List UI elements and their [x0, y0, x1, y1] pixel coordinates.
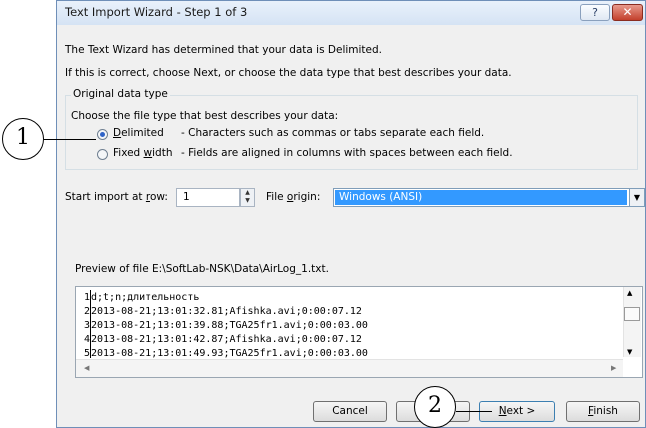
line-number: 1 — [83, 292, 90, 303]
file-origin-value[interactable]: Windows (ANSI) — [335, 190, 627, 205]
delimited-radio[interactable] — [97, 129, 108, 140]
start-row-spinner[interactable]: ▲ ▼ — [240, 188, 255, 207]
file-type-prompt: Choose the file type that best describes… — [71, 110, 339, 122]
callout-2: 2 — [414, 386, 456, 428]
scroll-left-icon[interactable]: ◀ — [84, 364, 89, 372]
callout-leader-1 — [44, 139, 96, 140]
dialog-title: Text Import Wizard - Step 1 of 3 — [65, 5, 248, 19]
fixed-width-description: - Fields are aligned in columns with spa… — [181, 147, 513, 159]
close-button[interactable]: ✕ — [612, 4, 643, 21]
scroll-right-icon[interactable]: ▶ — [611, 364, 616, 372]
callout-leader-2 — [456, 411, 492, 412]
intro-text-line2: If this is correct, choose Next, or choo… — [65, 67, 512, 79]
help-button[interactable]: ? — [580, 4, 610, 21]
fixed-width-radio[interactable] — [97, 149, 108, 160]
preview-line: d;t;n;длительность — [91, 292, 200, 303]
delimited-description: - Characters such as commas or tabs sepa… — [181, 127, 485, 139]
start-row-label: Start import at row: — [65, 191, 168, 203]
column-separator — [90, 290, 91, 358]
preview-line: 2013-08-21;13:01:39.88;TGA25fr1.avi;0:00… — [91, 320, 368, 331]
fixed-width-label[interactable]: Fixed width — [113, 147, 173, 159]
preview-horizontal-scrollbar[interactable] — [76, 359, 623, 377]
delimited-label[interactable]: Delimited — [113, 127, 164, 139]
line-number: 3 — [83, 320, 90, 331]
preview-label: Preview of file E:\SoftLab-NSK\Data\AirL… — [75, 263, 329, 275]
cancel-button[interactable]: Cancel — [313, 401, 387, 422]
scroll-up-icon[interactable]: ▲ — [627, 289, 632, 297]
preview-line: 2013-08-21;13:01:32.81;Afishka.avi;0:00:… — [91, 306, 362, 317]
line-number: 4 — [83, 334, 90, 345]
preview-vertical-scrollbar[interactable] — [623, 287, 641, 357]
scroll-thumb[interactable] — [624, 307, 640, 321]
line-number: 2 — [83, 306, 90, 317]
original-data-type-label: Original data type — [71, 88, 170, 100]
finish-button[interactable]: Finish — [566, 401, 640, 422]
callout-1: 1 — [2, 118, 44, 160]
scroll-down-icon[interactable]: ▼ — [627, 348, 632, 356]
file-origin-label: File origin: — [266, 191, 321, 203]
start-row-input[interactable]: 1 — [176, 188, 240, 207]
preview-line: 2013-08-21;13:01:42.87;Afishka.avi;0:00:… — [91, 334, 362, 345]
chevron-down-icon[interactable]: ▼ — [629, 188, 645, 207]
intro-text-line1: The Text Wizard has determined that your… — [65, 44, 383, 56]
